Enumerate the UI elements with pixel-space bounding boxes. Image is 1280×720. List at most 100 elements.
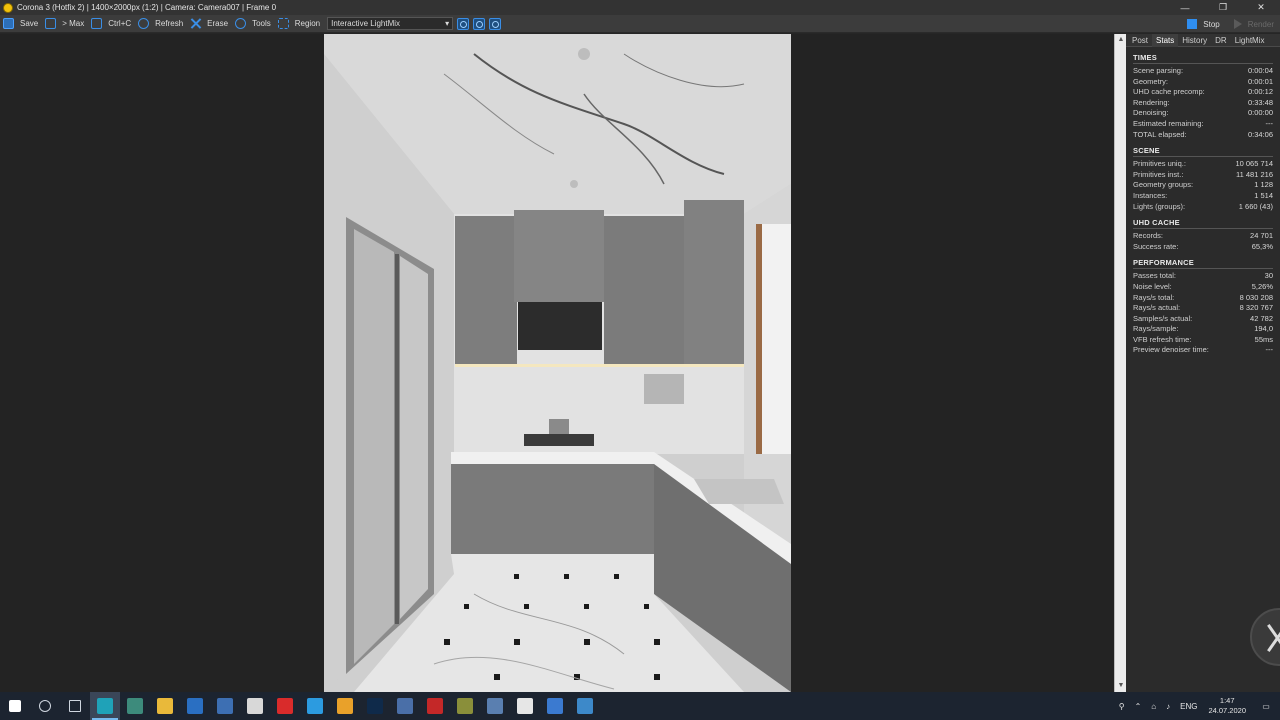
send-to-max-button[interactable]: > Max <box>42 16 88 32</box>
mail-glyph <box>487 698 503 714</box>
stat-row: Success rate: 65,3% <box>1133 242 1273 253</box>
stat-value: 11 481 216 <box>1236 169 1273 179</box>
section-title: TIMES <box>1133 53 1273 64</box>
stat-value: --- <box>1265 345 1274 355</box>
stat-row: Rays/s total: 8 030 208 <box>1133 293 1273 304</box>
render-controls: Stop Render <box>1187 15 1280 33</box>
opera-glyph <box>277 698 293 714</box>
stop-button[interactable]: Stop <box>1203 20 1219 29</box>
stat-row: TOTAL elapsed: 0:34:06 <box>1133 130 1273 141</box>
notifications-icon[interactable]: ▭ <box>1256 692 1276 720</box>
taskbar-start-icon[interactable] <box>0 692 30 720</box>
stat-label: Samples/s actual: <box>1133 313 1193 323</box>
stat-value: 42 782 <box>1250 313 1273 323</box>
stat-label: Rays/s actual: <box>1133 303 1181 313</box>
scroll-up-icon[interactable]: ▲ <box>1117 36 1125 44</box>
yandex-glyph <box>337 698 353 714</box>
stat-row: Rendering: 0:33:48 <box>1133 98 1273 109</box>
close-button[interactable]: ✕ <box>1242 0 1280 15</box>
vfb-toolbar: Save > Max Ctrl+C Refresh Erase Tools Re… <box>0 15 1280 33</box>
clock[interactable]: 1:47 24.07.2020 <box>1208 696 1246 716</box>
section-times: TIMES Scene parsing: 0:00:04 Geometry: 0:00:… <box>1126 53 1280 140</box>
taskbar-photos-icon[interactable] <box>510 692 540 720</box>
restore-button[interactable]: ❐ <box>1204 0 1242 15</box>
refresh-button[interactable]: Refresh <box>135 16 187 32</box>
taskbar-task-view-icon[interactable] <box>60 692 90 720</box>
taskbar-calculator-icon[interactable] <box>240 692 270 720</box>
stat-label: Denoising: <box>1133 108 1169 118</box>
keyboard-language[interactable]: ENG <box>1180 702 1197 711</box>
stat-label: Primitives uniq.: <box>1133 159 1186 169</box>
taskbar-corona-vfb-icon[interactable] <box>90 692 120 720</box>
calculator-glyph <box>247 698 263 714</box>
region-button[interactable]: Region <box>275 16 324 32</box>
stat-row: Primitives inst.: 11 481 216 <box>1133 170 1273 181</box>
stat-row: Instances: 1 514 <box>1133 191 1273 202</box>
erase-button[interactable]: Erase <box>187 16 232 32</box>
tab-dr[interactable]: DR <box>1211 34 1231 47</box>
tab-history[interactable]: History <box>1178 34 1211 47</box>
tools-button[interactable]: Tools <box>232 16 275 32</box>
vertical-scrollbar[interactable]: ▲ ▼ <box>1114 34 1126 692</box>
stop-icon[interactable] <box>1187 19 1198 29</box>
zoom-out-icon[interactable] <box>473 17 486 30</box>
minimize-button[interactable]: — <box>1166 0 1204 15</box>
people-icon[interactable]: ⚲ <box>1119 702 1125 711</box>
scroll-down-icon[interactable]: ▼ <box>1117 682 1125 690</box>
volume-icon[interactable]: ♪ <box>1166 702 1170 711</box>
chevron-up-icon[interactable]: ⌃ <box>1135 702 1142 711</box>
taskbar-photoshop-icon[interactable] <box>360 692 390 720</box>
title-bar: Corona 3 (Hotfix 2) | 1400×2000px (1:2) … <box>0 0 1280 15</box>
stat-label: Rays/s total: <box>1133 292 1175 302</box>
stat-value: 0:33:48 <box>1247 97 1273 107</box>
tab-post[interactable]: Post <box>1128 34 1152 47</box>
save-icon <box>3 18 14 29</box>
save-button[interactable]: Save <box>0 16 42 32</box>
zoom-fit-icon[interactable] <box>489 17 502 30</box>
stat-label: Estimated remaining: <box>1133 118 1204 128</box>
taskbar-telegram-icon[interactable] <box>300 692 330 720</box>
tab-lightmix[interactable]: LightMix <box>1231 34 1269 47</box>
erase-icon <box>190 18 201 29</box>
taskbar-search-icon[interactable] <box>30 692 60 720</box>
stat-row: Lights (groups): 1 660 (43) <box>1133 202 1273 213</box>
stat-value: --- <box>1265 118 1274 128</box>
stat-value: 0:00:01 <box>1247 76 1273 86</box>
taskbar-autocad-icon[interactable] <box>120 692 150 720</box>
section-title: UHD CACHE <box>1133 218 1273 230</box>
stat-value: 1 660 (43) <box>1238 201 1273 211</box>
taskbar-explorer-icon[interactable] <box>150 692 180 720</box>
taskbar-yandex-icon[interactable] <box>330 692 360 720</box>
copy-button[interactable]: Ctrl+C <box>88 16 135 32</box>
photoshop-glyph <box>367 698 383 714</box>
taskbar-opera-icon[interactable] <box>270 692 300 720</box>
taskbar-outlook-icon[interactable] <box>180 692 210 720</box>
tab-stats[interactable]: Stats <box>1152 34 1179 47</box>
render-button: Render <box>1247 19 1274 29</box>
taskbar-apps <box>0 692 600 720</box>
stat-label: Records: <box>1133 231 1164 241</box>
zoom-in-icon[interactable] <box>457 17 470 30</box>
taskbar-network-globe-icon[interactable] <box>570 692 600 720</box>
render-viewport[interactable] <box>0 34 1114 692</box>
taskbar-mail-icon[interactable] <box>480 692 510 720</box>
taskbar-sketchup-icon[interactable] <box>390 692 420 720</box>
stat-value: 0:00:00 <box>1247 108 1273 118</box>
taskbar-remote-desktop-icon[interactable] <box>210 692 240 720</box>
lightmix-mode-select[interactable]: Interactive LightMix ▾ <box>327 17 454 30</box>
taskbar-chrome-alt-icon[interactable] <box>450 692 480 720</box>
remote-desktop-glyph <box>217 698 233 714</box>
autocad-glyph <box>127 698 143 714</box>
window-title: Corona 3 (Hotfix 2) | 1400×2000px (1:2) … <box>17 3 277 12</box>
windows-taskbar: ⚲ ⌃ ⌂ ♪ ENG 1:47 24.07.2020 ▭ <box>0 692 1280 720</box>
clock-time: 1:47 <box>1219 696 1235 705</box>
recorder-glyph <box>427 698 443 714</box>
network-icon[interactable]: ⌂ <box>1151 702 1156 711</box>
stat-row: Geometry groups: 1 128 <box>1133 180 1273 191</box>
stat-row: Noise level: 5,26% <box>1133 282 1273 293</box>
stat-value: 5,26% <box>1251 281 1273 291</box>
taskbar-recorder-icon[interactable] <box>420 692 450 720</box>
stat-label: Geometry groups: <box>1133 180 1194 190</box>
stat-label: Success rate: <box>1133 241 1179 251</box>
taskbar-vmware-icon[interactable] <box>540 692 570 720</box>
